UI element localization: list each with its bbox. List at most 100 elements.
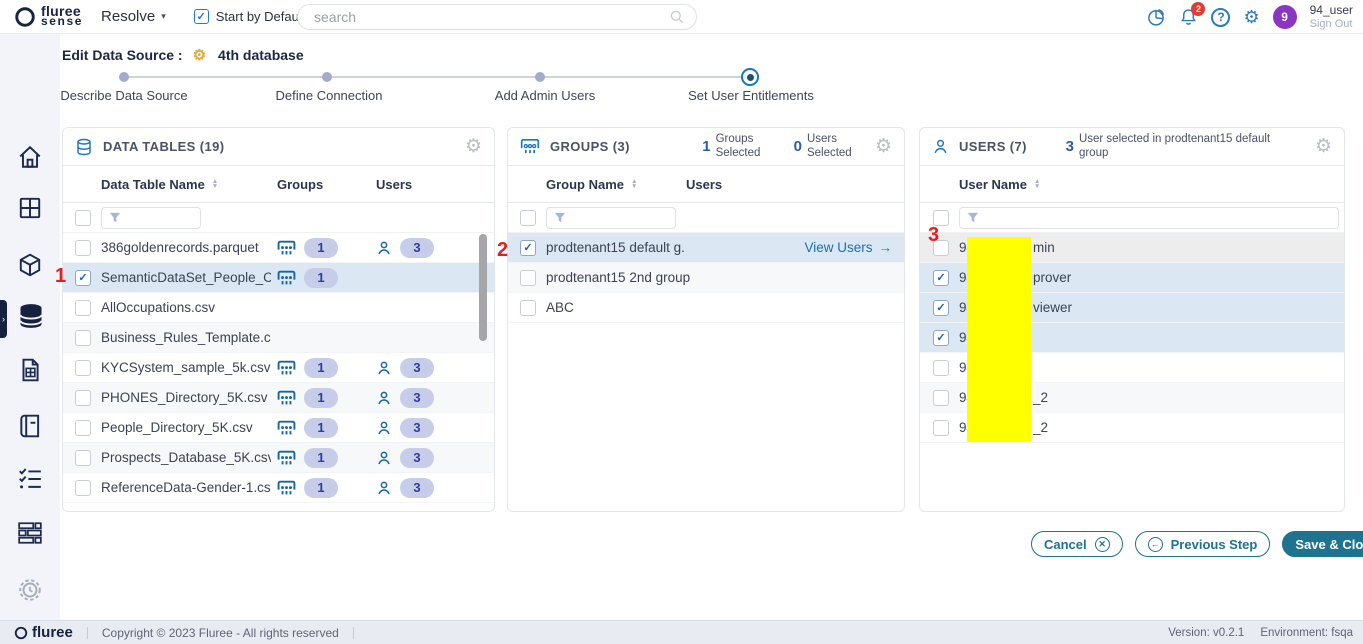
row-checkbox[interactable]: [75, 420, 91, 436]
fluree-ring-icon: [14, 6, 36, 28]
user-filter-input[interactable]: [959, 207, 1339, 229]
row-checkbox[interactable]: ✓: [933, 300, 949, 316]
save-close-button[interactable]: Save & Close: [1282, 531, 1363, 557]
notifications-button[interactable]: 2: [1179, 7, 1198, 27]
row-checkbox[interactable]: ✓: [933, 330, 949, 346]
group-row[interactable]: ✓ prodtenant15 default g. View Users→: [508, 233, 904, 263]
previous-step-button[interactable]: ← Previous Step: [1135, 531, 1271, 557]
row-checkbox[interactable]: [75, 390, 91, 406]
table-row[interactable]: KYCSystem_sample_5k.csv13: [63, 353, 494, 383]
search-input[interactable]: [297, 4, 697, 30]
group-icon: [277, 420, 296, 436]
sign-out-link[interactable]: Sign Out: [1310, 18, 1353, 31]
fluree-sense-logo[interactable]: fluree sense: [14, 6, 83, 28]
analytics-pie-icon[interactable]: [1146, 7, 1166, 27]
col-group-name[interactable]: Group Name: [546, 177, 624, 192]
group-icon: [277, 390, 296, 406]
row-checkbox[interactable]: [75, 300, 91, 316]
row-checkbox[interactable]: [75, 480, 91, 496]
cancel-button[interactable]: Cancel ✕: [1031, 531, 1123, 557]
row-checkbox[interactable]: [520, 270, 536, 286]
gear-clock-icon[interactable]: [17, 577, 43, 603]
cube-icon[interactable]: [17, 252, 43, 278]
row-checkbox[interactable]: [520, 300, 536, 316]
page-title: Edit Data Source :: [62, 47, 183, 63]
environment-text: Environment: fsqa: [1260, 627, 1353, 639]
avatar[interactable]: 9: [1273, 5, 1297, 29]
group-icon: [277, 450, 296, 466]
fluree-ring-icon: [14, 626, 28, 640]
step-dot-1[interactable]: [119, 72, 129, 82]
drawer-handle[interactable]: ›: [0, 300, 7, 338]
table-row[interactable]: ReferenceData-Gender-1.csv13: [63, 473, 494, 503]
group-row[interactable]: ABC: [508, 293, 904, 323]
left-sidebar: ›: [0, 34, 60, 620]
row-checkbox[interactable]: [933, 360, 949, 376]
users-count-badge: 3: [400, 238, 434, 258]
panel-title-users: USERS (7): [959, 139, 1027, 154]
data-tables-gear-icon[interactable]: ⚙: [465, 137, 482, 156]
col-user-name[interactable]: User Name: [959, 177, 1027, 192]
users-count-badge: 3: [400, 358, 434, 378]
groups-gear-icon[interactable]: ⚙: [875, 137, 892, 156]
settings-gear-icon[interactable]: ⚙: [1243, 8, 1259, 26]
table-row[interactable]: Business_Rules_Template.csv: [63, 323, 494, 353]
sort-icon[interactable]: ▲▼: [1034, 179, 1040, 189]
scrollbar-thumb[interactable]: [479, 234, 487, 341]
bricks-icon[interactable]: [17, 520, 43, 546]
sort-icon[interactable]: ▲▼: [631, 179, 637, 189]
row-checkbox[interactable]: [75, 330, 91, 346]
global-search: [297, 4, 697, 30]
sort-icon[interactable]: ▲▼: [212, 179, 218, 189]
spreadsheet-file-icon[interactable]: [17, 357, 43, 383]
users-selected-summary: 3User selected in prodtenant15 default g…: [1066, 133, 1301, 159]
database-icon: [75, 138, 93, 156]
row-checkbox[interactable]: [75, 240, 91, 256]
checklist-icon[interactable]: [17, 466, 43, 492]
step-label-entitlements[interactable]: Set User Entitlements: [688, 88, 814, 103]
step-label-describe[interactable]: Describe Data Source: [60, 88, 187, 103]
app-menu-resolve[interactable]: Resolve ▾: [101, 8, 166, 25]
select-all-checkbox[interactable]: [520, 210, 536, 226]
search-icon: [669, 9, 685, 25]
database-icon-active[interactable]: [17, 302, 45, 330]
col-data-table-name[interactable]: Data Table Name: [101, 177, 205, 192]
row-checkbox[interactable]: ✓: [75, 270, 91, 286]
view-users-link[interactable]: View Users→: [804, 240, 904, 255]
row-checkbox[interactable]: [933, 390, 949, 406]
select-all-checkbox[interactable]: [75, 210, 91, 226]
table-row[interactable]: 386goldenrecords.parquet13: [63, 233, 494, 263]
group-icon: [277, 240, 296, 256]
row-checkbox[interactable]: [933, 420, 949, 436]
table-row[interactable]: People_Directory_5K.csv13: [63, 413, 494, 443]
start-by-default-checkbox[interactable]: ✓: [194, 9, 209, 24]
step-dot-3[interactable]: [535, 72, 545, 82]
home-icon[interactable]: [17, 144, 43, 170]
table-row[interactable]: AllOccupations.csv: [63, 293, 494, 323]
table-row[interactable]: ✓SemanticDataSet_People_C...1: [63, 263, 494, 293]
table-row[interactable]: PHONES_Directory_5K.csv13: [63, 383, 494, 413]
footer-fluree-logo[interactable]: fluree: [14, 624, 73, 641]
users-count-badge: 3: [400, 478, 434, 498]
users-icon: [932, 138, 949, 155]
step-label-admin-users[interactable]: Add Admin Users: [495, 88, 595, 103]
row-checkbox[interactable]: ✓: [933, 270, 949, 286]
step-label-connection[interactable]: Define Connection: [276, 88, 383, 103]
table-row[interactable]: Prospects_Database_5K.csv13: [63, 443, 494, 473]
help-icon[interactable]: ?: [1211, 8, 1230, 27]
grid-icon[interactable]: [17, 195, 43, 221]
group-row[interactable]: prodtenant15 2nd group: [508, 263, 904, 293]
row-checkbox[interactable]: ✓: [520, 240, 536, 256]
step-dot-4-active[interactable]: [741, 68, 759, 86]
row-checkbox[interactable]: [75, 450, 91, 466]
filter-funnel-icon: [554, 212, 566, 224]
row-checkbox[interactable]: [75, 360, 91, 376]
groups-panel: GROUPS (3) 1Groups Selected 0Users Selec…: [507, 127, 905, 512]
start-by-default-toggle[interactable]: ✓ Start by Default: [194, 9, 306, 24]
users-gear-icon[interactable]: ⚙: [1315, 137, 1332, 156]
book-icon[interactable]: [17, 413, 43, 439]
step-dot-2[interactable]: [322, 72, 332, 82]
group-icon: [277, 480, 296, 496]
users-count-badge: 3: [400, 418, 434, 438]
version-text: Version: v0.2.1: [1168, 627, 1244, 639]
